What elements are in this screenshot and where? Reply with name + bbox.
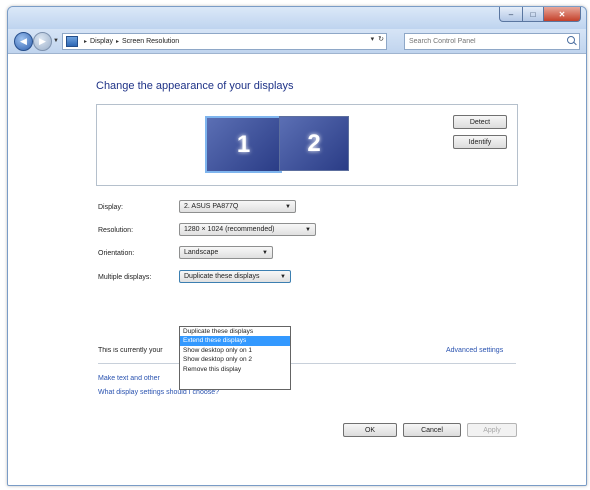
multiple-displays-dropdown-list: Duplicate these displays Extend these di…	[179, 326, 291, 390]
multiple-displays-select-value: Duplicate these displays	[184, 273, 260, 280]
chevron-down-icon: ▼	[285, 204, 291, 210]
detect-button[interactable]: Detect	[453, 115, 507, 129]
resolution-select-value: 1280 × 1024 (recommended)	[184, 226, 275, 233]
cancel-button[interactable]: Cancel	[403, 423, 461, 437]
minimize-button[interactable]: –	[499, 7, 523, 22]
maximize-button[interactable]: □	[523, 7, 544, 22]
chevron-down-icon: ▼	[262, 250, 268, 256]
advanced-settings-link[interactable]: Advanced settings	[446, 347, 503, 354]
breadcrumb-chevron-icon: ▸	[84, 39, 88, 45]
current-display-info: This is currently your	[98, 347, 163, 354]
back-button[interactable]: ◀	[14, 32, 33, 51]
address-bar[interactable]: ▸ Display ▸ Screen Resolution ▾ ↻	[62, 33, 387, 50]
control-panel-icon	[66, 36, 78, 47]
screen-resolution-window: – □ ✕ ◀ ▶ ▼ ▸ Display ▸ Screen Resolutio…	[7, 6, 587, 486]
text-size-link[interactable]: Make text and other	[98, 375, 178, 382]
multiple-displays-select[interactable]: Duplicate these displays ▼	[179, 270, 291, 283]
page-title: Change the appearance of your displays	[96, 80, 294, 92]
arrow-left-icon: ◀	[20, 36, 27, 46]
recent-pages-dropdown[interactable]: ▼	[53, 38, 59, 44]
display-select-value: 2. ASUS PA877Q	[184, 203, 239, 210]
divider	[98, 363, 516, 364]
display-select[interactable]: 2. ASUS PA877Q ▼	[179, 200, 296, 213]
chevron-down-icon: ▼	[53, 38, 59, 44]
forward-button[interactable]: ▶	[33, 32, 52, 51]
close-button[interactable]: ✕	[544, 7, 581, 22]
close-icon: ✕	[558, 9, 566, 19]
display-preview-area: 1 2 Detect Identify	[96, 104, 518, 186]
maximize-icon: □	[530, 9, 536, 19]
search-input[interactable]	[409, 38, 555, 45]
refresh-icon[interactable]: ↻	[378, 35, 384, 43]
search-box[interactable]	[404, 33, 580, 50]
minimize-icon: –	[508, 9, 514, 19]
breadcrumb-item-display[interactable]: Display	[90, 38, 113, 45]
apply-button[interactable]: Apply	[467, 423, 517, 437]
dropdown-option-remove[interactable]: Remove this display	[180, 365, 290, 374]
dropdown-option-duplicate[interactable]: Duplicate these displays	[180, 327, 290, 336]
dropdown-option-extend[interactable]: Extend these displays	[180, 336, 290, 346]
identify-button[interactable]: Identify	[453, 135, 507, 149]
navigation-bar: ◀ ▶ ▼ ▸ Display ▸ Screen Resolution ▾ ↻	[8, 29, 586, 53]
monitor-2-preview[interactable]: 2	[279, 116, 349, 171]
resolution-select[interactable]: 1280 × 1024 (recommended) ▼	[179, 223, 316, 236]
orientation-select-value: Landscape	[184, 249, 219, 256]
chevron-down-icon: ▼	[305, 227, 311, 233]
chevron-down-icon: ▼	[280, 274, 286, 280]
address-dropdown-icon[interactable]: ▾	[371, 35, 375, 43]
ok-button[interactable]: OK	[343, 423, 397, 437]
breadcrumb: ▸ Display ▸ Screen Resolution	[81, 38, 179, 45]
multiple-displays-label: Multiple displays:	[98, 274, 152, 281]
monitor-1-preview[interactable]: 1	[205, 116, 282, 173]
main-content: Change the appearance of your displays 1…	[8, 53, 586, 485]
breadcrumb-chevron-icon: ▸	[115, 39, 119, 45]
display-label: Display:	[98, 204, 123, 211]
address-controls: ▾ ↻	[367, 35, 384, 43]
arrow-right-icon: ▶	[39, 36, 46, 46]
dropdown-option-desktop-1[interactable]: Show desktop only on 1	[180, 346, 290, 355]
orientation-label: Orientation:	[98, 250, 135, 257]
dropdown-option-desktop-2[interactable]: Show desktop only on 2	[180, 355, 290, 364]
search-icon[interactable]	[567, 36, 575, 44]
resolution-label: Resolution:	[98, 227, 134, 234]
monitor-2-number: 2	[307, 129, 321, 157]
caption-buttons: – □ ✕	[499, 7, 581, 22]
breadcrumb-item-screen-resolution[interactable]: Screen Resolution	[122, 38, 179, 45]
display-settings-help-link[interactable]: What display settings should I choose?	[98, 389, 219, 396]
monitor-1-number: 1	[236, 130, 251, 158]
orientation-select[interactable]: Landscape ▼	[179, 246, 273, 259]
title-bar[interactable]: – □ ✕	[8, 7, 586, 31]
